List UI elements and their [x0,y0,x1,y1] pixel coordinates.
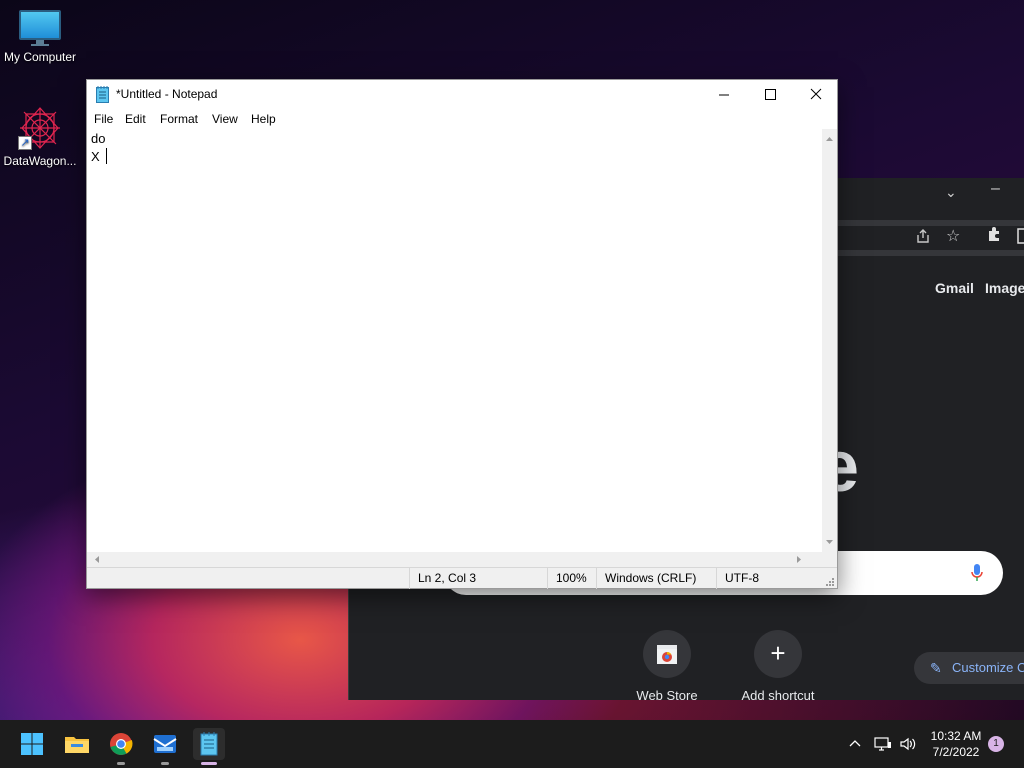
close-button[interactable] [793,80,839,110]
desktop-icon-datawagon[interactable]: ↗ DataWagon... [0,106,80,168]
profile-icon[interactable] [1017,228,1024,249]
network-icon[interactable] [873,736,893,752]
customize-label: Customize C [952,660,1024,675]
chevron-down-icon[interactable]: ⌄ [945,184,957,201]
clock-date[interactable]: 7/2/2022 [924,745,988,759]
volume-icon[interactable] [899,736,917,752]
minimize-icon [719,94,729,96]
desktop-icon-my-computer[interactable]: My Computer [0,10,80,64]
resize-grip-icon [826,578,834,586]
notepad-icon [96,86,109,103]
monitor-icon [19,10,61,46]
share-icon[interactable] [915,228,931,249]
desktop-icon-label: DataWagon... [3,154,77,168]
mail-app-icon[interactable] [149,728,181,760]
scroll-up-icon [826,137,833,141]
scroll-left-icon [95,556,99,563]
notepad-icon[interactable] [193,728,225,760]
menu-help[interactable]: Help [251,112,276,126]
menu-bar: File Edit Format View Help [87,110,837,129]
file-explorer-icon[interactable] [61,728,93,760]
scroll-corner [822,552,837,567]
cursor-position: Ln 2, Col 3 [418,571,477,585]
vertical-scrollbar[interactable] [822,129,837,552]
start-icon[interactable] [16,728,48,760]
maximize-button[interactable] [747,80,793,110]
gmail-link[interactable]: Gmail [935,280,974,296]
clock-time[interactable]: 10:32 AM [924,729,988,743]
text-line: do [91,131,106,146]
menu-format[interactable]: Format [160,112,198,126]
zoom-level: 100% [556,571,587,585]
running-indicator [117,762,125,765]
shortcut-label: Web Store [636,688,698,703]
web-store-icon [643,630,691,678]
running-indicator [161,762,169,765]
status-bar: Ln 2, Col 3 100% Windows (CRLF) UTF-8 [87,567,837,589]
notepad-window[interactable]: *Untitled - Notepad File Edit Format Vie… [86,79,838,589]
active-indicator [201,762,217,765]
maximize-icon [765,89,776,100]
plus-icon: + [754,630,802,678]
taskbar: 10:32 AM 7/2/2022 [0,720,1024,768]
text-line: X [91,149,104,164]
images-link[interactable]: Images [985,280,1024,296]
menu-file[interactable]: File [94,112,113,126]
window-title: *Untitled - Notepad [116,87,218,101]
shortcut-arrow-icon: ↗ [18,136,32,150]
chrome-icon[interactable] [105,728,137,760]
horizontal-scrollbar[interactable] [87,552,822,567]
microphone-icon[interactable] [971,563,983,581]
shortcut-web-store[interactable]: Web Store [617,630,717,703]
line-ending: Windows (CRLF) [605,571,697,585]
notepad-title-bar[interactable]: *Untitled - Notepad [87,80,837,110]
shortcut-label: Add shortcut [741,688,815,703]
desktop-icon-label: My Computer [3,50,77,64]
bookmark-star-icon[interactable]: ☆ [946,226,960,246]
scroll-down-icon [826,540,833,544]
pencil-icon: ✎ [930,660,942,676]
menu-edit[interactable]: Edit [125,112,146,126]
menu-view[interactable]: View [212,112,238,126]
shortcut-add[interactable]: + Add shortcut [728,630,828,703]
encoding: UTF-8 [725,571,759,585]
customize-chrome-button[interactable]: ✎ Customize C [914,652,1024,684]
text-editor-area[interactable]: do X [87,129,822,552]
text-caret [106,148,107,164]
scroll-right-icon [797,556,801,563]
extensions-icon[interactable] [987,226,1003,247]
minimize-icon[interactable]: – [991,180,1000,198]
minimize-button[interactable] [701,80,747,110]
datawagon-logo-icon: ↗ [18,106,62,150]
notification-badge[interactable]: 1 [988,736,1004,752]
show-hidden-icons-icon[interactable] [848,737,862,751]
close-icon [810,88,822,100]
